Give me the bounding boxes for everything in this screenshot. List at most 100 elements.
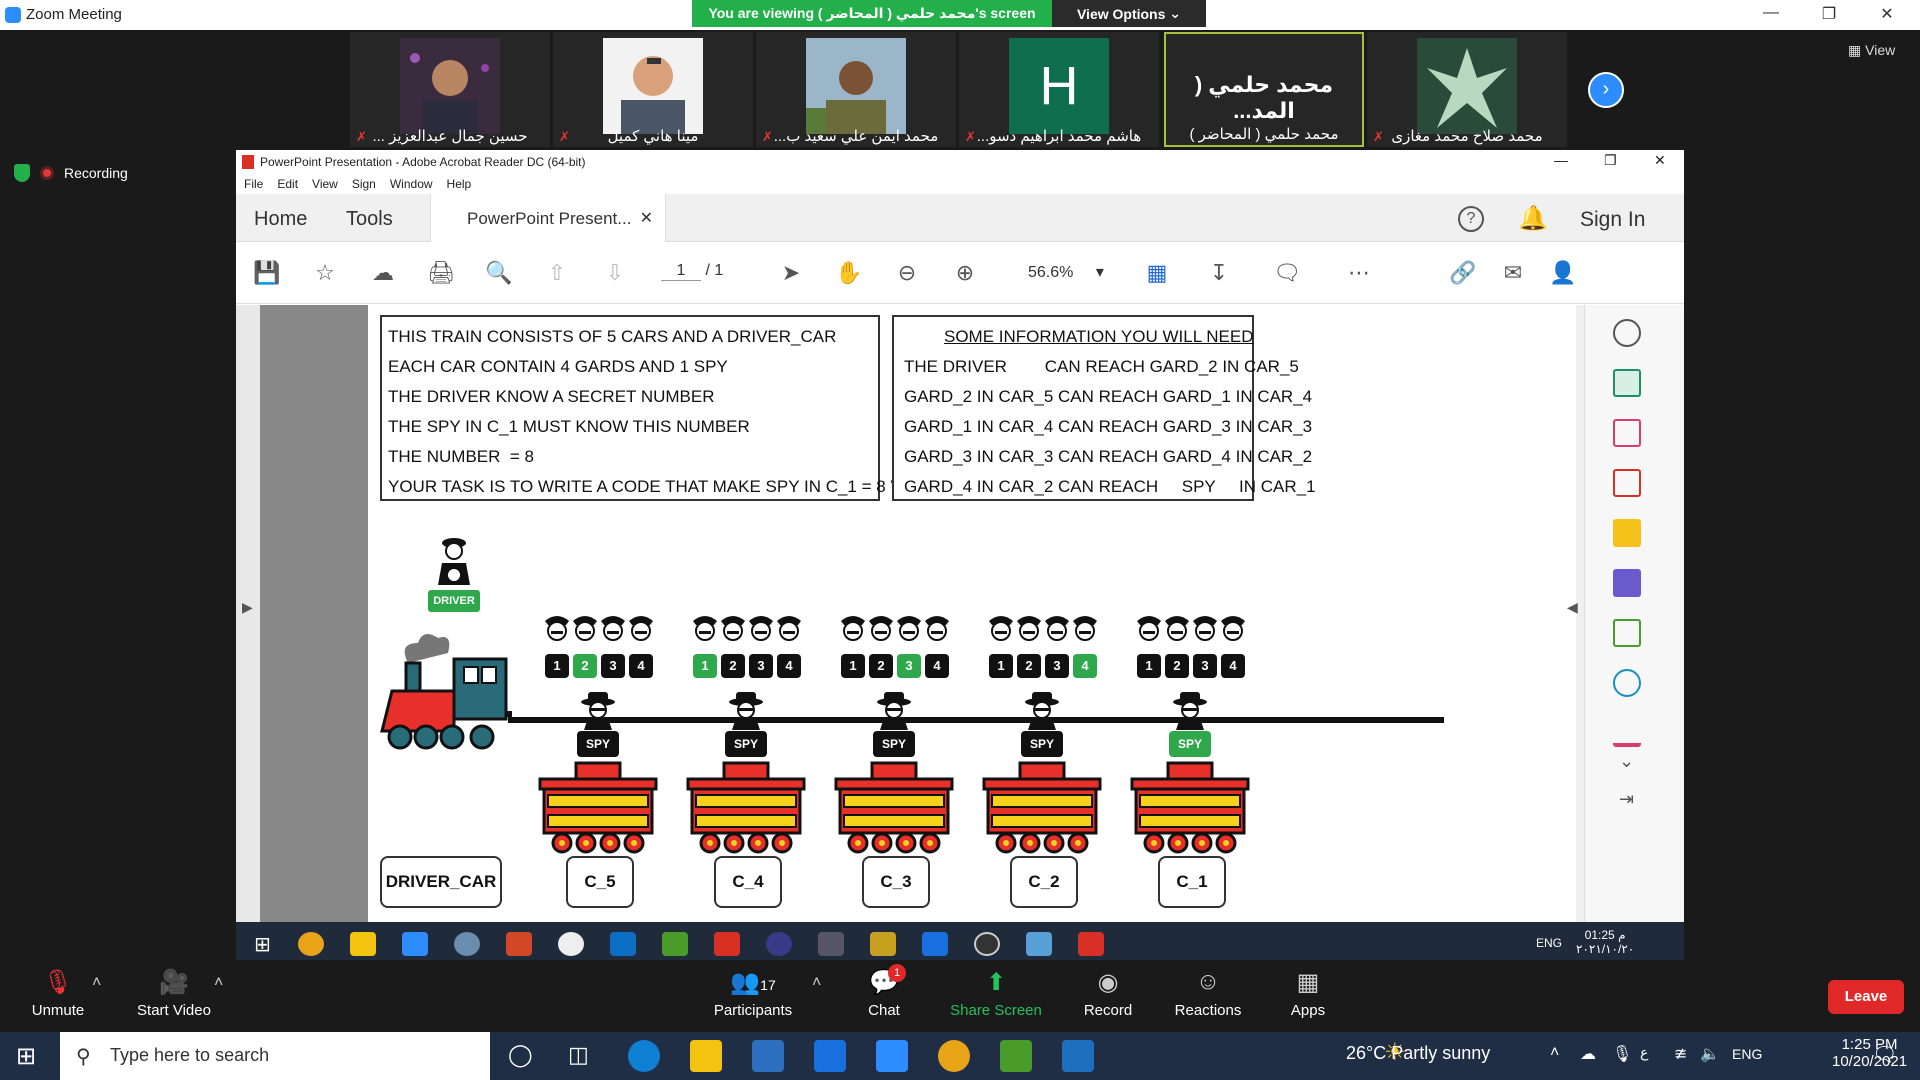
cortana-icon[interactable]: ◯	[508, 1042, 533, 1068]
combine-files-icon[interactable]	[1613, 569, 1641, 597]
restore-icon[interactable]: ❐	[1814, 4, 1844, 24]
app-taskbar-icon[interactable]	[1000, 1040, 1032, 1072]
task-view-icon[interactable]: ◫	[568, 1042, 589, 1068]
leave-button[interactable]: Leave	[1828, 980, 1904, 1014]
export-pdf-icon[interactable]	[1613, 369, 1641, 397]
menu-window[interactable]: Window	[390, 177, 433, 191]
zoom-in-icon[interactable]: ⊕	[950, 260, 980, 286]
menu-sign[interactable]: Sign	[352, 177, 376, 191]
file-explorer-icon[interactable]	[690, 1040, 722, 1072]
store-icon[interactable]	[752, 1040, 784, 1072]
reactions-button[interactable]: ☺ Reactions	[1172, 968, 1244, 1019]
comment-icon[interactable]: 🗨	[1272, 260, 1302, 286]
record-button[interactable]: ◉ Record	[1080, 968, 1136, 1019]
next-page-button[interactable]: ›	[1588, 72, 1624, 108]
audio-options-caret[interactable]: ˄	[92, 974, 101, 992]
fill-sign-icon[interactable]	[1613, 719, 1641, 747]
video-options-caret[interactable]: ˄	[214, 974, 223, 992]
active-speaker-tile[interactable]: محمد حلمي ( المد... محمد حلمي ( المحاضر …	[1164, 32, 1364, 147]
participant-name: محمد ايمن علي سعيد ب...	[773, 128, 939, 145]
weather-text[interactable]: 26°C Partly sunny	[1346, 1043, 1490, 1064]
cloud-upload-icon[interactable]: ☁	[368, 260, 398, 286]
close-icon[interactable]: ✕	[1654, 152, 1666, 169]
collapse-panel-icon[interactable]: ◀	[1567, 599, 1578, 616]
windows-start-button[interactable]: ⊞	[16, 1042, 36, 1071]
mic-icon[interactable]: 🎙	[1612, 1044, 1632, 1064]
start-video-button[interactable]: 🎥 Start Video	[132, 968, 216, 1019]
menu-edit[interactable]: Edit	[277, 177, 298, 191]
edge-icon[interactable]	[628, 1040, 660, 1072]
view-options-button[interactable]: View Options ⌄	[1052, 0, 1206, 27]
email-icon[interactable]: ✉	[1498, 260, 1528, 286]
minimize-icon[interactable]: —	[1756, 4, 1786, 22]
add-user-icon[interactable]: 👤	[1548, 260, 1578, 286]
sign-in-button[interactable]: Sign In	[1580, 208, 1645, 232]
bell-icon[interactable]: 🔔	[1518, 204, 1548, 233]
page-number-input[interactable]: 1	[661, 262, 701, 281]
more-options-icon[interactable]: ⋯	[1344, 260, 1374, 286]
taskbar-search-box[interactable]: ⚲ Type here to search	[60, 1032, 490, 1080]
scroll-mode-icon[interactable]: ↧	[1204, 260, 1234, 286]
guard-icon	[841, 616, 865, 641]
search-icon[interactable]: 🔍	[484, 260, 514, 286]
bookmark-star-icon[interactable]: ☆	[310, 260, 340, 286]
guard-number: 1	[693, 654, 717, 678]
help-icon[interactable]: ?	[1458, 206, 1484, 232]
participants-options-caret[interactable]: ˄	[812, 974, 821, 992]
mail-icon[interactable]	[814, 1040, 846, 1072]
organize-pages-icon[interactable]	[1613, 419, 1641, 447]
minimize-icon[interactable]: —	[1554, 152, 1568, 168]
zoom-taskbar-icon[interactable]	[876, 1040, 908, 1072]
restore-icon[interactable]: ❐	[1604, 152, 1617, 169]
fit-page-icon[interactable]: ▦	[1142, 260, 1172, 286]
language-switch-icon[interactable]: ع	[1640, 1044, 1648, 1061]
participant-tile[interactable]: ✗ محمد صلاح محمد مغازى	[1367, 32, 1567, 147]
page-down-icon[interactable]: ⇩	[600, 260, 630, 286]
tab-home[interactable]: Home	[254, 208, 307, 231]
muted-mic-icon: 🎙	[42, 969, 74, 996]
participant-tile[interactable]: ✗ حسين جمال عبدالعزيز ...	[350, 32, 550, 147]
chevron-down-icon[interactable]: ⌄	[1619, 751, 1634, 772]
participants-button[interactable]: 👥17 Participants	[710, 968, 796, 1019]
tab-tools[interactable]: Tools	[346, 208, 393, 231]
protect-icon[interactable]	[1613, 669, 1641, 697]
close-icon[interactable]: ✕	[1872, 4, 1902, 24]
create-pdf-icon[interactable]	[1613, 469, 1641, 497]
volume-icon[interactable]: 🔈	[1700, 1044, 1720, 1064]
unmute-button[interactable]: 🎙 Unmute	[26, 968, 90, 1019]
menu-view[interactable]: View	[312, 177, 338, 191]
left-panel-toggle[interactable]: ▶	[236, 305, 260, 922]
photos-taskbar-icon[interactable]	[1062, 1040, 1094, 1072]
select-pointer-icon[interactable]: ➤	[776, 260, 806, 286]
view-button[interactable]: ▦ View	[1848, 42, 1895, 59]
share-link-icon[interactable]: 🔗	[1448, 260, 1478, 286]
apps-button[interactable]: ▦ Apps	[1286, 968, 1330, 1019]
compress-pdf-icon[interactable]	[1613, 619, 1641, 647]
participant-video	[1417, 38, 1517, 134]
network-icon[interactable]: ☁	[1580, 1044, 1596, 1064]
zoom-level-dropdown[interactable]: 56.6% ▾	[1028, 262, 1104, 282]
guard-number: 3	[1193, 654, 1217, 678]
taskbar-lang[interactable]: ENG	[1732, 1046, 1762, 1062]
taskbar-clock[interactable]: 1:25 PM 10/20/2021	[1832, 1036, 1907, 1070]
comment-tool-icon[interactable]	[1613, 519, 1641, 547]
menu-file[interactable]: File	[244, 177, 263, 191]
menu-help[interactable]: Help	[447, 177, 472, 191]
expand-panel-icon[interactable]: ⇥	[1619, 789, 1634, 810]
wifi-icon[interactable]: ≇	[1674, 1044, 1687, 1064]
print-icon[interactable]: 🖨	[426, 260, 456, 286]
participant-tile[interactable]: ✗ محمد ايمن علي سعيد ب...	[756, 32, 956, 147]
zoom-out-icon[interactable]: ⊖	[892, 260, 922, 286]
tray-expand-icon[interactable]: ˄	[1550, 1044, 1559, 1062]
participant-tile[interactable]: H ✗ هاشم محمد ابراهيم دسو...	[959, 32, 1159, 147]
share-screen-button[interactable]: ⬆ Share Screen	[948, 968, 1044, 1019]
page-up-icon[interactable]: ⇧	[542, 260, 572, 286]
enhance-scan-icon[interactable]	[1613, 319, 1641, 347]
participant-tile[interactable]: ✗ مينا هاني كميل	[553, 32, 753, 147]
close-tab-icon[interactable]: ✕	[640, 208, 653, 228]
hand-tool-icon[interactable]: ✋	[834, 260, 864, 286]
save-icon[interactable]: 💾	[252, 260, 282, 286]
tab-document[interactable]: PowerPoint Present... ✕	[430, 194, 666, 242]
chrome-taskbar-icon[interactable]	[938, 1040, 970, 1072]
chat-button[interactable]: 💬 1 Chat	[858, 964, 910, 1019]
